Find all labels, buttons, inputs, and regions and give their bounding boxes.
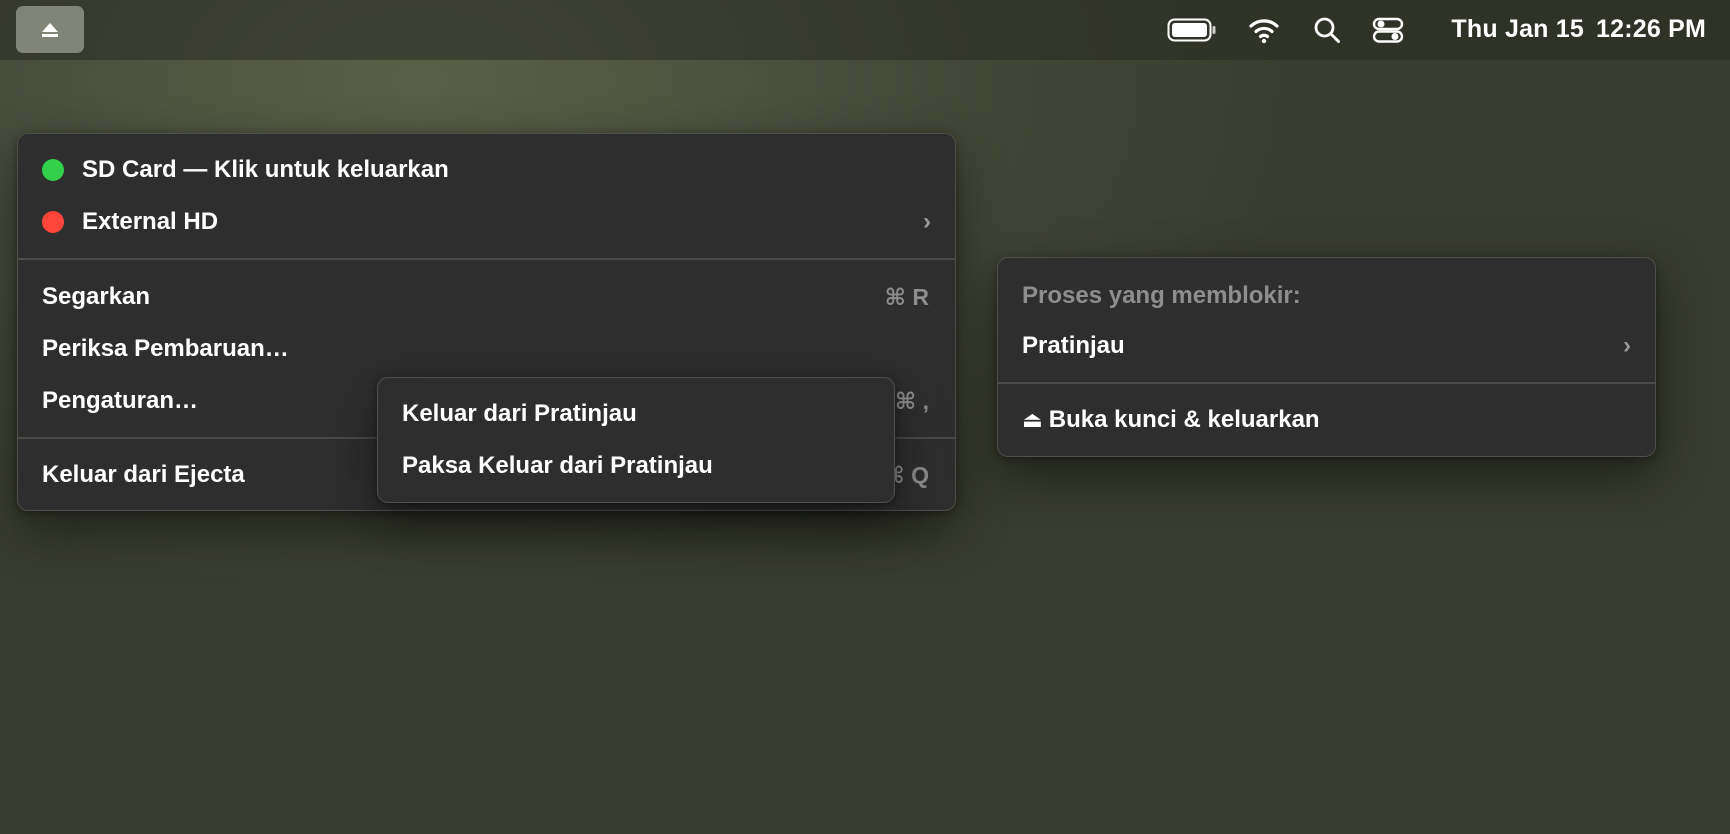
- settings-label: Pengaturan…: [42, 387, 199, 414]
- settings-shortcut: ⌘ ,: [894, 387, 929, 414]
- disk-label: SD Card — Klik untuk keluarkan: [82, 156, 449, 183]
- chevron-right-icon: ›: [1623, 332, 1631, 359]
- quit-preview-label: Keluar dari Pratinjau: [402, 400, 637, 427]
- check-updates-menu-item[interactable]: Periksa Pembaruan…: [18, 327, 955, 371]
- clock-date: Thu Jan 15: [1451, 15, 1584, 43]
- disk-label: External HD: [82, 208, 219, 235]
- search-icon[interactable]: [1312, 14, 1342, 46]
- menu-separator: [998, 382, 1655, 384]
- blocking-processes-submenu: Proses yang memblokir: Pratinjau › ⏏ Buk…: [997, 257, 1656, 457]
- check-updates-label: Periksa Pembaruan…: [42, 335, 289, 362]
- status-dot: [42, 159, 64, 181]
- process-label: Pratinjau: [1022, 332, 1125, 359]
- menu-bar: Thu Jan 15 12:26 PM: [0, 0, 1730, 60]
- clock-time: 12:26 PM: [1596, 15, 1706, 43]
- force-quit-preview-label: Paksa Keluar dari Pratinjau: [402, 452, 713, 479]
- blocking-header: Proses yang memblokir:: [998, 274, 1655, 318]
- menu-separator: [18, 258, 955, 260]
- wifi-icon[interactable]: [1248, 14, 1280, 46]
- control-center-icon[interactable]: [1372, 14, 1404, 46]
- eject-menu-button[interactable]: [16, 6, 84, 53]
- quit-label: Keluar dari Ejecta: [42, 461, 245, 488]
- status-dot: [42, 211, 64, 233]
- quit-preview-menu-item[interactable]: Keluar dari Pratinjau: [378, 392, 894, 436]
- menu-bar-clock[interactable]: Thu Jan 15 12:26 PM: [1451, 15, 1706, 44]
- eject-icon: ⏏: [1022, 407, 1043, 432]
- chevron-right-icon: ›: [923, 208, 931, 235]
- battery-icon[interactable]: [1166, 14, 1218, 46]
- eject-icon: [42, 22, 58, 37]
- refresh-label: Segarkan: [42, 283, 151, 310]
- force-quit-preview-menu-item[interactable]: Paksa Keluar dari Pratinjau: [378, 444, 894, 488]
- unlock-and-eject-label: Buka kunci & keluarkan: [1048, 406, 1320, 433]
- blocking-header-label: Proses yang memblokir:: [1022, 282, 1301, 309]
- refresh-shortcut: ⌘ R: [884, 283, 929, 310]
- disk-item-sd-card[interactable]: SD Card — Klik untuk keluarkan: [18, 148, 955, 192]
- process-item-pratinjau[interactable]: Pratinjau ›: [998, 324, 1655, 368]
- process-action-submenu: Keluar dari Pratinjau Paksa Keluar dari …: [377, 377, 895, 503]
- disk-item-external-hd[interactable]: External HD ›: [18, 200, 955, 244]
- refresh-menu-item[interactable]: Segarkan ⌘ R: [18, 275, 955, 319]
- unlock-and-eject-menu-item[interactable]: ⏏ Buka kunci & keluarkan: [998, 398, 1655, 442]
